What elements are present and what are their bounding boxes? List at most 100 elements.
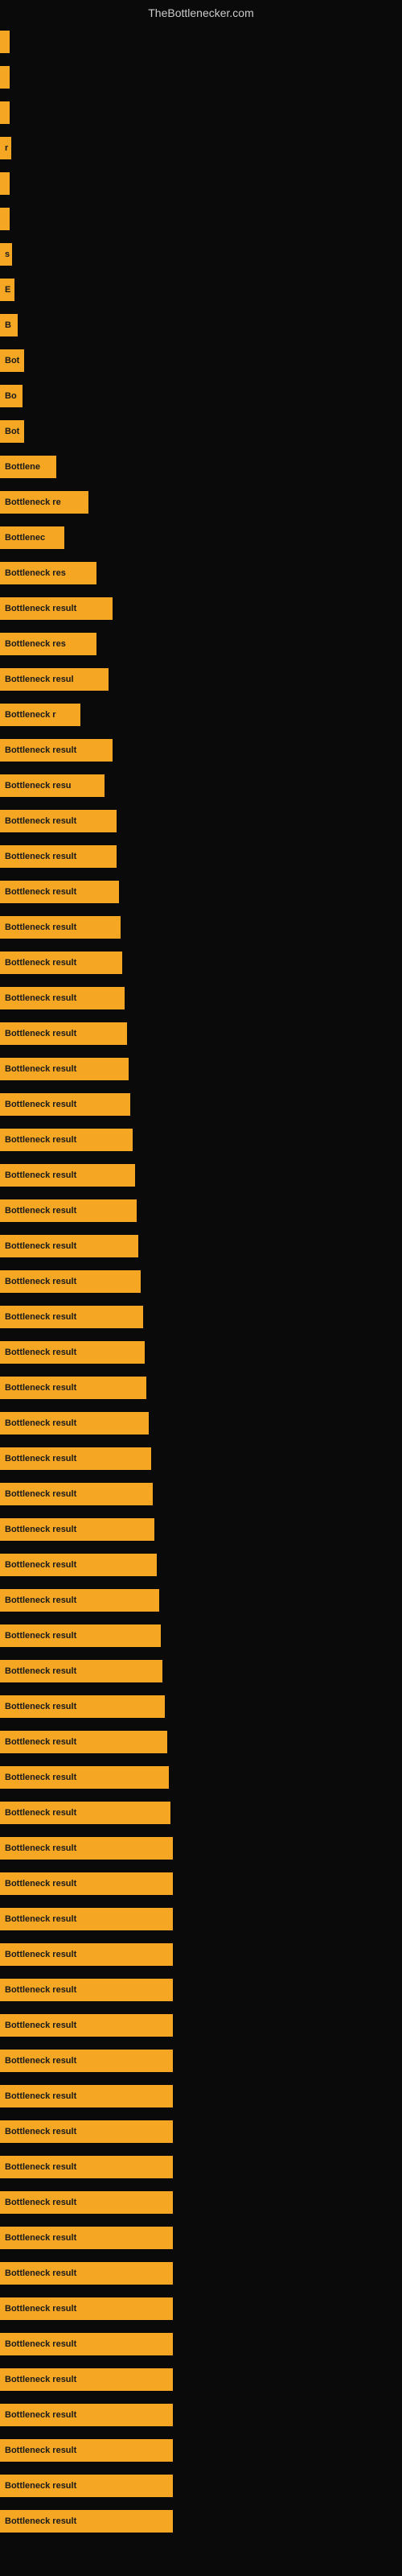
bar-label: Bottleneck result bbox=[0, 1837, 173, 1860]
bar-row: Bottleneck resu bbox=[0, 768, 402, 803]
bar-row: Bottleneck result bbox=[0, 1441, 402, 1476]
bar-row: Bottleneck result bbox=[0, 1618, 402, 1653]
bar-label bbox=[0, 172, 10, 195]
bar-row: Bottleneck result bbox=[0, 1795, 402, 1831]
site-title: TheBottlenecker.com bbox=[0, 0, 402, 26]
bar-label: Bottleneck result bbox=[0, 1908, 173, 1930]
bar-row: Bottleneck result bbox=[0, 803, 402, 839]
bar-label: Bottleneck result bbox=[0, 1872, 173, 1895]
bar-row: Bottleneck result bbox=[0, 1972, 402, 2008]
bar-row: Bottleneck res bbox=[0, 555, 402, 591]
bar-row bbox=[0, 24, 402, 60]
bar-label: Bottleneck result bbox=[0, 810, 117, 832]
bar-row: Bottleneck result bbox=[0, 1866, 402, 1901]
bar-row: Bottleneck result bbox=[0, 1335, 402, 1370]
bar-row: Bottlenec bbox=[0, 520, 402, 555]
bars-container: r sEB Bot Bo Bot Bottlene Bottleneck re Bottlen… bbox=[0, 24, 402, 2539]
bar-label: Bottleneck result bbox=[0, 2191, 173, 2214]
bar-label: Bottleneck result bbox=[0, 2120, 173, 2143]
bar-row: Bottleneck result bbox=[0, 1512, 402, 1547]
bar-row: Bottleneck result bbox=[0, 1901, 402, 1937]
bar-label: Bottleneck re bbox=[0, 491, 88, 514]
bar-row: Bottleneck result bbox=[0, 2362, 402, 2397]
bar-label: Bottleneck result bbox=[0, 1270, 141, 1293]
bar-label: Bottleneck result bbox=[0, 1058, 129, 1080]
bar-row: Bottleneck result bbox=[0, 1051, 402, 1087]
bar-row bbox=[0, 60, 402, 95]
bar-label: Bottleneck result bbox=[0, 739, 113, 762]
bar-row: Bottleneck result bbox=[0, 1724, 402, 1760]
bar-row: Bottlene bbox=[0, 449, 402, 485]
bar-row: Bottleneck result bbox=[0, 2114, 402, 2149]
bar-label: Bottleneck result bbox=[0, 1129, 133, 1151]
bar-row: Bottleneck result bbox=[0, 1547, 402, 1583]
bar-label: Bottleneck result bbox=[0, 2510, 173, 2533]
bar-row: Bottleneck result bbox=[0, 1760, 402, 1795]
bar-row: Bottleneck result bbox=[0, 2504, 402, 2539]
bar-label: Bottleneck result bbox=[0, 2475, 173, 2497]
bar-row: Bottleneck result bbox=[0, 1193, 402, 1228]
bar-label: Bottleneck result bbox=[0, 597, 113, 620]
bar-row: Bottleneck result bbox=[0, 1158, 402, 1193]
bar-row: Bot bbox=[0, 343, 402, 378]
bar-label: Bottleneck result bbox=[0, 1766, 169, 1789]
bar-label: Bottleneck result bbox=[0, 2085, 173, 2107]
bar-row: Bottleneck re bbox=[0, 485, 402, 520]
bar-row: Bottleneck result bbox=[0, 2220, 402, 2256]
bar-label: Bottleneck result bbox=[0, 987, 125, 1009]
bar-row: B bbox=[0, 308, 402, 343]
bar-row: Bottleneck result bbox=[0, 1122, 402, 1158]
bar-row: Bottleneck result bbox=[0, 1689, 402, 1724]
bar-label: Bottleneck result bbox=[0, 1943, 173, 1966]
bar-row: Bottleneck result bbox=[0, 2256, 402, 2291]
bar-label: Bottleneck res bbox=[0, 633, 96, 655]
bar-row bbox=[0, 166, 402, 201]
bar-label: Bottleneck result bbox=[0, 1235, 138, 1257]
bar-label: Bottleneck result bbox=[0, 1377, 146, 1399]
bar-label: B bbox=[0, 314, 18, 336]
bar-label: Bottleneck result bbox=[0, 1341, 145, 1364]
bar-row: Bottleneck result bbox=[0, 945, 402, 980]
bar-label: Bottleneck result bbox=[0, 1412, 149, 1435]
bar-row: E bbox=[0, 272, 402, 308]
bar-row: Bottleneck result bbox=[0, 2043, 402, 2079]
bar-row: s bbox=[0, 237, 402, 272]
bar-row: Bottleneck result bbox=[0, 1087, 402, 1122]
bar-row: Bottleneck result bbox=[0, 1937, 402, 1972]
bar-label: Bottleneck result bbox=[0, 2050, 173, 2072]
bar-label: Bottleneck result bbox=[0, 2227, 173, 2249]
bar-label: Bot bbox=[0, 349, 24, 372]
bar-label: Bottleneck result bbox=[0, 2333, 173, 2355]
bar-label: Bot bbox=[0, 420, 24, 443]
bar-label: Bottleneck result bbox=[0, 916, 121, 939]
bar-label: Bottleneck result bbox=[0, 1731, 167, 1753]
bar-row: Bottleneck result bbox=[0, 1264, 402, 1299]
bar-row: Bottleneck result bbox=[0, 1299, 402, 1335]
bar-row: Bottleneck result bbox=[0, 1476, 402, 1512]
bar-label: Bottleneck result bbox=[0, 1306, 143, 1328]
bar-row bbox=[0, 201, 402, 237]
bar-label: Bottleneck result bbox=[0, 2404, 173, 2426]
bar-row: Bottleneck result bbox=[0, 2079, 402, 2114]
bar-label: Bottleneck resu bbox=[0, 774, 105, 797]
bar-label bbox=[0, 101, 10, 124]
bar-row: Bo bbox=[0, 378, 402, 414]
bar-label bbox=[0, 66, 10, 89]
bar-row: r bbox=[0, 130, 402, 166]
bar-label: Bottleneck result bbox=[0, 845, 117, 868]
bar-row: Bottleneck result bbox=[0, 980, 402, 1016]
bar-label: Bottleneck result bbox=[0, 1518, 154, 1541]
bar-row: Bottleneck result bbox=[0, 2397, 402, 2433]
bar-label: Bottleneck result bbox=[0, 1660, 162, 1682]
bar-label: Bottleneck result bbox=[0, 1554, 157, 1576]
bar-row: Bottleneck result bbox=[0, 2149, 402, 2185]
bar-row: Bottleneck result bbox=[0, 1831, 402, 1866]
bar-row bbox=[0, 95, 402, 130]
bar-label: Bottleneck result bbox=[0, 881, 119, 903]
bar-row: Bottleneck result bbox=[0, 2468, 402, 2504]
bar-label: Bottleneck result bbox=[0, 2297, 173, 2320]
bar-row: Bottleneck result bbox=[0, 1228, 402, 1264]
bar-row: Bottleneck result bbox=[0, 1653, 402, 1689]
bar-row: Bottleneck result bbox=[0, 1406, 402, 1441]
bar-label: s bbox=[0, 243, 12, 266]
